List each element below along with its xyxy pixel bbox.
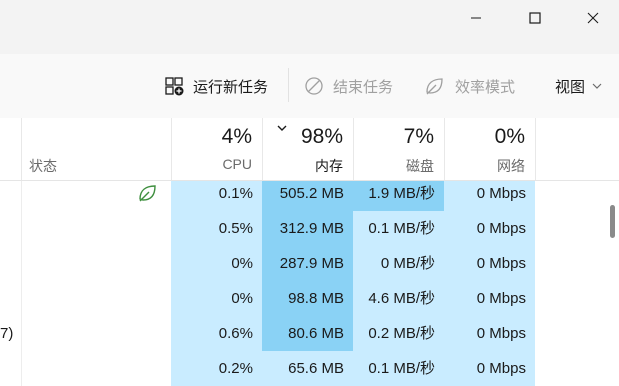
disk-value: 1.9 MB/秒 [353, 181, 444, 211]
memory-value: 80.6 MB [262, 316, 353, 351]
network-value: 0 Mbps [476, 360, 526, 377]
cpu-column-label: CPU [222, 156, 252, 172]
network-value: 0 Mbps [476, 220, 526, 237]
memory-value: 505.2 MB [262, 181, 353, 211]
close-icon [587, 12, 599, 24]
column-divider [21, 181, 22, 386]
view-label: 视图 [555, 78, 586, 96]
disk-total-percent: 7% [403, 125, 434, 148]
process-name-fragment: 7) [0, 325, 14, 342]
disk-value: 4.6 MB/秒 [368, 290, 435, 307]
minimize-icon [471, 17, 481, 19]
command-bar: 运行新任务 结束任务 效率模式 视图 [0, 54, 619, 118]
chevron-down-icon [592, 83, 602, 89]
disk-value: 0.1 MB/秒 [368, 220, 435, 237]
memory-total-percent: 98% [300, 125, 343, 148]
minimize-button[interactable] [449, 0, 503, 36]
title-bar [0, 0, 619, 54]
network-value: 0 Mbps [476, 255, 526, 272]
cpu-total-percent: 4% [221, 125, 252, 148]
cpu-value: 0% [231, 290, 253, 307]
network-value: 0 Mbps [476, 185, 526, 202]
network-value: 0 Mbps [476, 290, 526, 307]
table-header: 状态 4% CPU 98% 内存 7% 磁盘 0% 网络 [0, 118, 619, 180]
efficiency-mode-label: 效率模式 [455, 78, 516, 96]
cpu-value: 0.6% [218, 325, 253, 342]
status-column-label: 状态 [29, 158, 57, 174]
vertical-scrollbar-thumb[interactable] [610, 205, 615, 238]
block-icon [305, 77, 323, 95]
column-divider [535, 118, 536, 180]
cpu-value: 0.1% [218, 185, 253, 202]
new-task-icon [165, 77, 184, 96]
efficiency-mode-button[interactable]: 效率模式 [424, 54, 515, 118]
cpu-value: 0.2% [218, 360, 253, 377]
column-header-disk[interactable]: 7% 磁盘 [353, 118, 444, 180]
leaf-icon [426, 78, 443, 95]
run-new-task-button[interactable]: 运行新任务 [164, 54, 268, 118]
disk-value: 0 MB/秒 [380, 255, 435, 272]
end-task-label: 结束任务 [333, 78, 394, 96]
view-menu-button[interactable]: 视图 [555, 54, 603, 118]
toolbar-separator [288, 68, 289, 102]
column-header-status[interactable]: 状态 [21, 118, 171, 180]
run-new-task-label: 运行新任务 [193, 78, 269, 96]
cpu-value: 0% [231, 255, 253, 272]
maximize-button[interactable] [508, 0, 562, 36]
maximize-icon [529, 12, 541, 24]
disk-value: 0.2 MB/秒 [368, 325, 435, 342]
memory-value: 98.8 MB [262, 281, 353, 316]
close-button[interactable] [566, 0, 619, 36]
leaf-icon [139, 185, 156, 202]
cpu-value: 0.5% [218, 220, 253, 237]
network-value: 0 Mbps [476, 325, 526, 342]
end-task-button[interactable]: 结束任务 [304, 54, 393, 118]
disk-column-label: 磁盘 [406, 158, 434, 174]
network-total-percent: 0% [494, 125, 525, 148]
column-header-network[interactable]: 0% 网络 [444, 118, 535, 180]
column-header-cpu[interactable]: 4% CPU [171, 118, 262, 180]
network-column-label: 网络 [497, 158, 525, 174]
memory-value: 65.6 MB [288, 360, 344, 377]
disk-value: 0.1 MB/秒 [368, 360, 435, 377]
memory-value: 287.9 MB [262, 246, 353, 281]
sort-chevron-icon [277, 125, 287, 131]
column-header-memory[interactable]: 98% 内存 [262, 118, 353, 180]
memory-value: 312.9 MB [262, 211, 353, 246]
memory-column-label: 内存 [315, 158, 343, 174]
